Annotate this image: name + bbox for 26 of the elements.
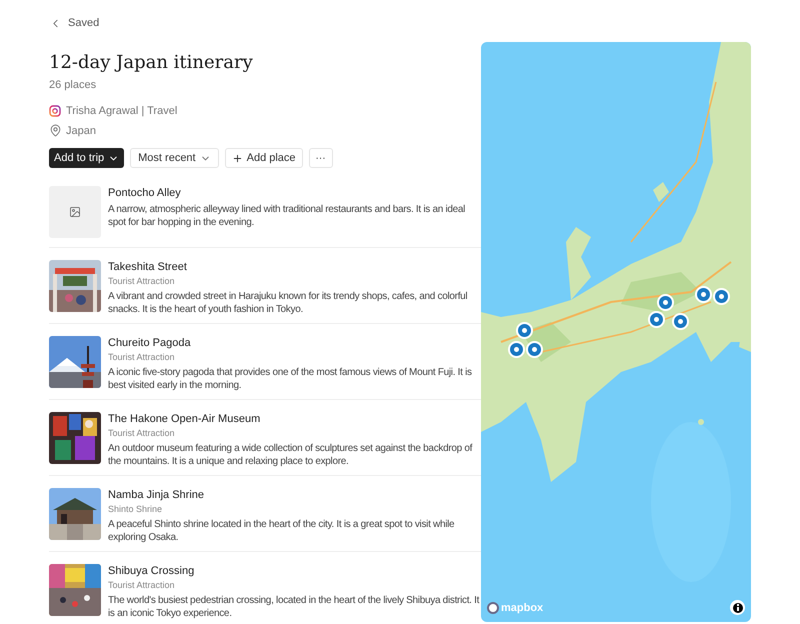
place-description: A narrow, atmospheric alleyway lined with traditional restaurants and bars. It is an ideal spot for bar hopping in the evening. — [108, 203, 466, 229]
place-name[interactable]: Namba Jinja Shrine — [108, 488, 482, 502]
place-category: Shinto Shrine — [108, 503, 164, 515]
place-description: An outdoor museum featuring a wide collection of sculptures set against the backdrop of the mountains. It is a unique and relaxing place to explore. — [108, 442, 474, 468]
place-name[interactable]: Pontocho Alley — [108, 186, 482, 200]
place-name[interactable]: Shibuya Crossing — [108, 564, 482, 578]
author-label: Trisha Agrawal | Travel — [66, 104, 178, 119]
more-button[interactable]: ··· — [308, 148, 333, 168]
sort-dropdown[interactable]: Most recent — [130, 148, 219, 168]
place-category: Tourist Attraction — [108, 351, 176, 363]
place-name[interactable]: Chureito Pagoda — [108, 336, 482, 350]
location-label: Japan — [66, 124, 96, 138]
place-name[interactable]: Takeshita Street — [108, 260, 482, 274]
place-description: The world's busiest pedestrian crossing, located in the heart of the lively Shibuya district. It is an iconic Tokyo experience. — [108, 594, 480, 620]
place-name[interactable]: The Hakone Open-Air Museum — [108, 412, 482, 426]
place-category: Tourist Attraction — [108, 275, 176, 287]
back-link[interactable]: Saved — [49, 15, 100, 32]
add-to-trip-button[interactable]: Add to trip — [49, 148, 124, 168]
place-description: A iconic five-story pagoda that provides one of the most famous views of Mount Fuji. It is best visited early in the morning. — [108, 366, 473, 392]
page-title: 12-day Japan itinerary — [49, 50, 254, 74]
place-count: 26 places — [49, 78, 98, 92]
place-description: A peaceful Shinto shrine located in the heart of the city. It is a great spot to visit while exploring Osaka. — [108, 518, 456, 544]
place-category: Tourist Attraction — [108, 427, 176, 439]
place-category: Tourist Attraction — [108, 579, 176, 591]
add-place-button[interactable]: Add place — [224, 148, 303, 168]
place-description: A vibrant and crowded street in Harajuku known for its trendy shops, cafes, and colorful snacks. It is the heart of youth fashion in Tokyo. — [108, 290, 468, 316]
